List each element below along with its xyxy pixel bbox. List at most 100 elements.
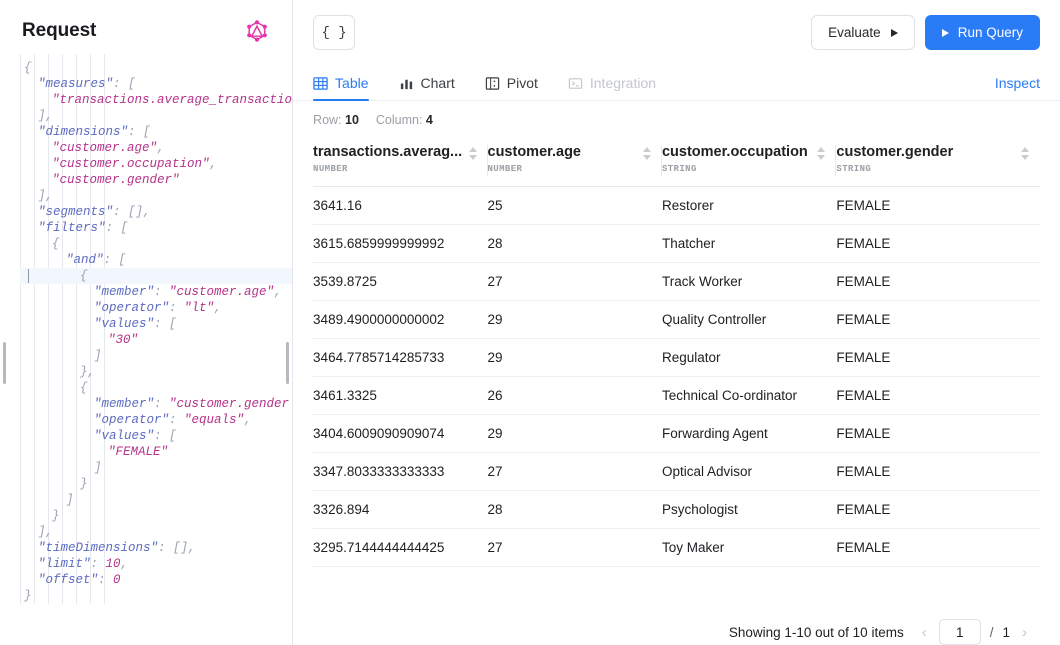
table-header-cell[interactable]: customer.gender STRING (836, 137, 1040, 187)
table-cell: Forwarding Agent (661, 414, 837, 453)
code-line[interactable]: "timeDimensions": [], (20, 540, 292, 556)
tab-table[interactable]: Table (313, 75, 369, 101)
code-line[interactable]: "measures": [ (20, 76, 292, 92)
sort-desc-arrow (817, 154, 826, 160)
code-token-punct: : (169, 413, 185, 427)
sort-toggle-icon[interactable] (468, 147, 478, 160)
code-line[interactable]: } (20, 588, 292, 604)
table-row[interactable]: 3461.3325 26 Technical Co-ordinator FEMALE (313, 376, 1040, 415)
code-token-punct: , (214, 301, 222, 315)
code-line[interactable]: ], (20, 188, 292, 204)
table-row[interactable]: 3539.8725 27 Track Worker FEMALE (313, 262, 1040, 301)
panel-title: Request (22, 20, 97, 41)
code-line[interactable]: "limit": 10, (20, 556, 292, 572)
code-line[interactable]: "operator": "equals", (20, 412, 292, 428)
table-header-cell[interactable]: transactions.averag... NUMBER (313, 137, 488, 187)
json-code-content[interactable]: {"measures": ["transactions.average_tran… (6, 54, 293, 604)
results-panel: { } Evaluate Run Query Table Chart Pivot… (293, 0, 1060, 645)
code-line[interactable]: "transactions.average_transactio (20, 92, 292, 108)
code-token-punct: ], (38, 109, 54, 123)
code-line[interactable]: "offset": 0 (20, 572, 292, 588)
sort-toggle-icon[interactable] (1020, 147, 1030, 160)
code-line[interactable]: ] (20, 492, 292, 508)
sort-toggle-icon[interactable] (642, 147, 652, 160)
header-inner: customer.occupation STRING (662, 143, 836, 174)
code-token-punct: : (90, 557, 106, 571)
tab-chart[interactable]: Chart (399, 75, 455, 100)
code-line[interactable]: ] (20, 348, 292, 364)
code-line[interactable]: "dimensions": [ (20, 124, 292, 140)
code-line[interactable]: "customer.age", (20, 140, 292, 156)
code-token-punct: : [], (113, 205, 151, 219)
code-token-punct: : [ (113, 77, 136, 91)
code-line[interactable]: { (20, 236, 292, 252)
code-line[interactable]: "member": "customer.gender (20, 396, 292, 412)
code-line[interactable]: "customer.gender" (20, 172, 292, 188)
code-line[interactable]: "member": "customer.age", (20, 284, 292, 300)
run-query-button[interactable]: Run Query (924, 15, 1040, 50)
evaluate-button[interactable]: Evaluate (811, 15, 915, 50)
code-line[interactable]: }, (20, 364, 292, 380)
request-panel-header: Request (0, 0, 292, 54)
page-number-input[interactable]: 1 (938, 619, 981, 645)
query-json-editor[interactable]: {"measures": ["transactions.average_tran… (0, 54, 293, 645)
table-row[interactable]: 3615.6859999999992 28 Thatcher FEMALE (313, 224, 1040, 263)
code-line[interactable]: } (20, 508, 292, 524)
editor-scrollbar-left[interactable] (3, 342, 6, 384)
code-line[interactable]: ], (20, 524, 292, 540)
table-row[interactable]: 3295.7144444444425 27 Toy Maker FEMALE (313, 528, 1040, 567)
table-cell: FEMALE (836, 186, 1040, 225)
pagination-summary: Showing 1-10 out of 10 items (728, 624, 904, 640)
code-token-key: "dimensions" (38, 125, 129, 139)
code-line[interactable]: } (20, 476, 292, 492)
code-line[interactable]: "30" (20, 332, 292, 348)
code-token-punct: }, (80, 365, 96, 379)
chevron-right-icon[interactable]: › (1019, 625, 1030, 640)
column-name: customer.age (487, 144, 582, 160)
code-token-key: "member" (94, 397, 155, 411)
code-token-key: "operator" (94, 413, 170, 427)
table-row[interactable]: 3641.16 25 Restorer FEMALE (313, 186, 1040, 225)
code-line[interactable]: "operator": "lt", (20, 300, 292, 316)
code-token-str: "customer.gender (169, 397, 290, 411)
code-line[interactable]: "FEMALE" (20, 444, 292, 460)
code-token-str: "lt" (184, 301, 215, 315)
code-line[interactable]: { (20, 60, 292, 76)
table-row[interactable]: 3489.4900000000002 29 Quality Controller FE… (313, 300, 1040, 339)
sort-toggle-icon[interactable] (817, 147, 826, 160)
code-line[interactable]: "segments": [], (20, 204, 292, 220)
chevron-left-icon[interactable]: ‹ (919, 625, 930, 640)
results-table: transactions.averag... NUMBER customer.age… (313, 137, 1040, 567)
code-line[interactable]: "filters": [ (20, 220, 292, 236)
table-row[interactable]: 3326.894 28 Psychologist FEMALE (313, 490, 1040, 529)
column-name: transactions.averag... (313, 144, 463, 160)
sort-desc-arrow (642, 154, 651, 160)
code-line[interactable]: "and": [ (20, 252, 292, 268)
code-line[interactable]: ], (20, 108, 292, 124)
table-row[interactable]: 3464.7785714285733 29 Regulator FEMALE (313, 338, 1040, 377)
code-line[interactable]: "customer.occupation", (20, 156, 292, 172)
code-line[interactable]: ] (20, 460, 292, 476)
panel-resize-handle[interactable] (286, 342, 290, 384)
column-count-value: 4 (425, 113, 433, 127)
table-header-cell[interactable]: customer.age NUMBER (487, 137, 662, 187)
table-cell: Regulator (661, 338, 837, 377)
code-line[interactable]: "values": [ (20, 428, 292, 444)
code-line-active[interactable]: { (20, 268, 293, 284)
table-header-cell[interactable]: customer.occupation STRING (661, 137, 837, 187)
table-cell: Technical Co-ordinator (661, 376, 837, 415)
code-line[interactable]: { (20, 380, 292, 396)
tab-pivot[interactable]: Pivot (485, 75, 538, 100)
code-line[interactable]: "values": [ (20, 316, 292, 332)
inspect-link[interactable]: Inspect (995, 75, 1040, 100)
json-toggle-button[interactable]: { } (313, 15, 356, 50)
table-row[interactable]: 3404.6009090909074 29 Forwarding Agent FEMA… (313, 414, 1040, 453)
table-head: transactions.averag... NUMBER customer.age… (313, 137, 1040, 187)
sort-asc-arrow (642, 147, 651, 152)
table-cell: Track Worker (661, 262, 837, 301)
table-row[interactable]: 3347.8033333333333 27 Optical Advisor FEMAL… (313, 452, 1040, 491)
